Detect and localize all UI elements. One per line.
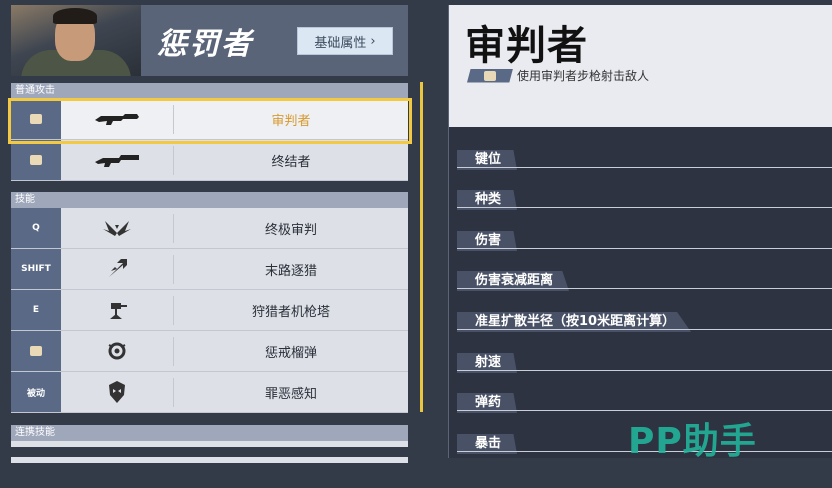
key-cell xyxy=(11,99,61,139)
weapon-row-judge[interactable]: 审判者 xyxy=(11,99,408,140)
detail-description: 使用审判者步枪射击敌人 xyxy=(517,69,650,83)
skill-name: 罪恶感知 xyxy=(264,386,317,402)
weapon-name: 终结者 xyxy=(271,154,311,170)
scrollbar[interactable] xyxy=(420,82,423,412)
section-combo: 连携技能 xyxy=(11,425,408,441)
combo-row-partial xyxy=(11,441,408,447)
section-skills: 技能 xyxy=(11,192,408,208)
detail-description-row: 使用审判者步枪射击敌人 xyxy=(467,67,649,84)
watermark-logo: PP助手 xyxy=(628,421,757,462)
detail-header: 审判者 使用审判者步枪射击敌人 xyxy=(449,5,832,127)
flag-icon xyxy=(30,346,42,356)
skill-row-e[interactable]: E 狩猎者机枪塔 xyxy=(11,290,408,331)
skill-name: 狩猎者机枪塔 xyxy=(251,304,330,320)
stat-ammo: 弹药 xyxy=(457,391,832,413)
hero-name: 惩罚者 xyxy=(157,27,253,62)
base-attributes-button[interactable]: 基础属性 › xyxy=(297,27,393,55)
section-normal-attack: 普通攻击 xyxy=(11,83,408,99)
key-label: Q xyxy=(11,208,61,248)
weapon-name: 审判者 xyxy=(271,113,311,129)
stat-spread: 准星扩散半径（按10米距离计算） xyxy=(457,310,832,332)
helmet-icon xyxy=(61,372,173,412)
chevron-right-icon: › xyxy=(370,33,376,49)
shotgun-icon xyxy=(61,140,173,180)
stat-fire-rate: 射速 xyxy=(457,351,832,373)
key-cell xyxy=(11,140,61,180)
skill-name: 惩戒榴弹 xyxy=(264,345,317,361)
key-label: SHIFT xyxy=(11,249,61,289)
skill-row-shift[interactable]: SHIFT 末路逐猎 xyxy=(11,249,408,290)
skill-row-grenade[interactable]: 惩戒榴弹 xyxy=(11,331,408,372)
skill-row-q[interactable]: Q 终极审判 xyxy=(11,208,408,249)
weapon-row-terminator[interactable]: 终结者 xyxy=(11,140,408,181)
detail-title: 审判者 xyxy=(465,23,588,69)
flag-icon xyxy=(30,114,42,124)
stat-falloff: 伤害衰减距离 xyxy=(457,269,832,291)
grenade-icon xyxy=(61,331,173,371)
hero-portrait xyxy=(11,5,141,76)
key-label: 被动 xyxy=(11,372,61,412)
flag-icon xyxy=(484,70,496,81)
rifle-icon xyxy=(61,99,173,139)
stat-damage: 伤害 xyxy=(457,229,832,251)
list-bottom-edge xyxy=(11,457,408,463)
base-attributes-label: 基础属性 xyxy=(314,35,367,51)
key-cell xyxy=(11,331,61,371)
flag-tag-icon xyxy=(467,68,513,83)
slash-icon xyxy=(61,249,173,289)
skill-list: Q 终极审判 SHIFT 末路逐猎 E 狩猎者机枪塔 惩戒榴弹 被动 罪恶感知 xyxy=(11,208,408,413)
stat-key-binding: 键位 xyxy=(457,148,832,170)
turret-icon xyxy=(61,290,173,330)
skill-name: 末路逐猎 xyxy=(264,263,317,279)
hero-header: 惩罚者 基础属性 › xyxy=(11,5,408,76)
skill-row-passive[interactable]: 被动 罪恶感知 xyxy=(11,372,408,413)
skill-name: 终极审判 xyxy=(264,222,317,238)
key-label: E xyxy=(11,290,61,330)
flag-icon xyxy=(30,155,42,165)
detail-panel: 审判者 使用审判者步枪射击敌人 键位 种类 伤害 伤害衰减距离 准星扩散半径（按… xyxy=(448,5,832,458)
wings-icon xyxy=(61,208,173,248)
stat-type: 种类 xyxy=(457,188,832,210)
weapon-list: 审判者 终结者 xyxy=(11,99,408,181)
